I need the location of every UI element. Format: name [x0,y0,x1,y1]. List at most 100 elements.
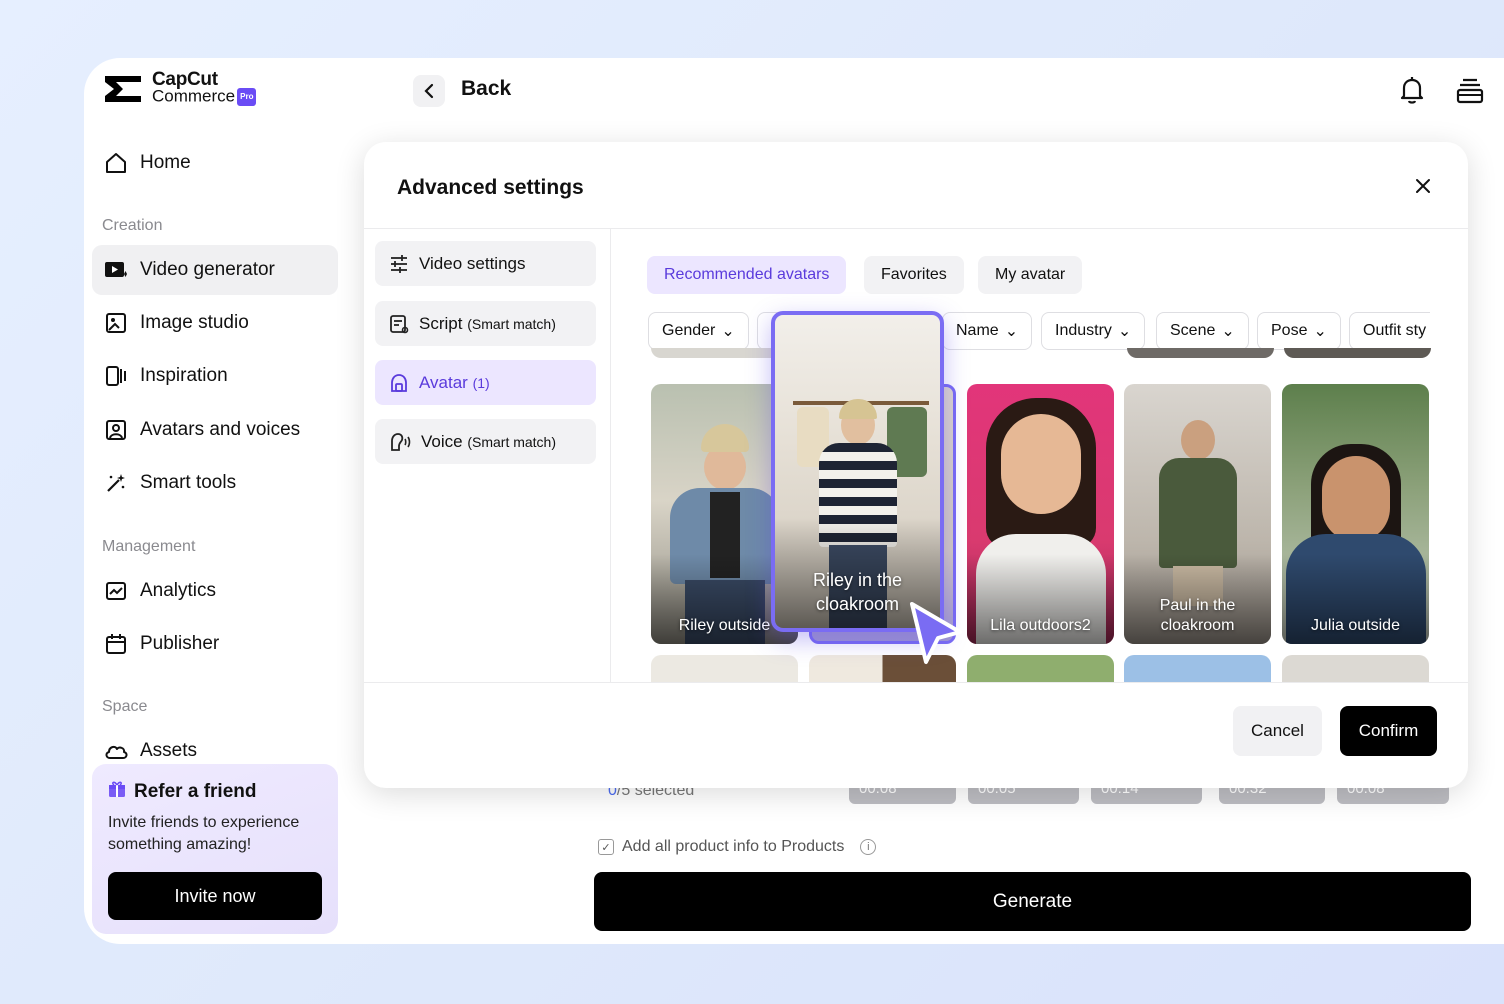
creation-section-label: Creation [102,217,163,234]
tab-avatar[interactable]: Avatar (1) [375,360,596,405]
chevron-down-icon: ⌄ [1221,323,1235,340]
segment-recommended-avatars[interactable]: Recommended avatars [647,256,847,294]
pro-badge: Pro [237,88,257,106]
filter-industry[interactable]: Industry ⌄ [1041,312,1146,350]
video-generator-icon [104,258,128,282]
tab-suffix: (Smart match) [467,315,556,332]
segment-favorites[interactable]: Favorites [864,256,964,294]
sidebar-item-analytics[interactable]: Analytics [92,566,338,616]
divider [364,228,1468,229]
sidebar-item-label: Assets [140,740,198,761]
sidebar-item-label: Analytics [140,580,217,601]
filter-scene[interactable]: Scene ⌄ [1156,312,1249,350]
refer-title-text: Refer a friend [134,781,257,802]
close-icon[interactable] [1413,176,1433,196]
avatar-card-label: Paul in the cloakroom [1159,597,1236,634]
sidebar-item-video-generator[interactable]: Video generator [92,245,338,295]
sidebar-item-smart-tools[interactable]: Smart tools [92,458,338,508]
capcut-commerce-logo[interactable]: CapCut Commerce Pro [102,70,257,106]
sidebar-item-label: Video generator [140,259,275,280]
tab-script[interactable]: Script (Smart match) [375,301,596,346]
invite-now-button[interactable]: Invite now [108,872,322,920]
sidebar-item-label: Smart tools [140,472,237,493]
avatar-card[interactable] [1282,655,1429,682]
divider [610,229,611,682]
chevron-down-icon: ⌄ [721,323,735,340]
confirm-button[interactable]: Confirm [1340,706,1437,756]
image-studio-icon [104,311,128,335]
tab-voice[interactable]: Voice (Smart match) [375,419,596,464]
avatar-icon [104,418,128,442]
divider [364,682,1468,683]
chevron-down-icon: ⌄ [1313,323,1327,340]
modal-title: Advanced settings [397,176,584,199]
cursor-pointer-icon [910,602,962,664]
refer-title: Refer a friend [108,780,322,804]
filter-gender[interactable]: Gender ⌄ [648,312,749,350]
sidebar-item-publisher[interactable]: Publisher [92,619,338,669]
filter-bar: Gender ⌄ Name ⌄ Industry ⌄ Scene ⌄ Pose ⌄ Out… [648,312,1430,350]
capcut-logo-icon [105,76,141,102]
segment-my-avatar[interactable]: My avatar [978,256,1083,294]
brand-name-line2: Commerce [152,86,236,106]
logo-text: CapCut Commerce Pro [152,70,257,106]
filter-outfit-style[interactable]: Outfit sty [1349,312,1430,350]
avatar-card-paul-cloakroom[interactable]: Paul in the cloakroom [1124,384,1271,644]
chevron-down-icon: ⌄ [1117,323,1132,340]
generate-button[interactable]: Generate [594,872,1471,931]
avatar-card-label: Julia outside [1311,617,1400,634]
management-section-label: Management [102,538,196,555]
calendar-icon [104,632,128,656]
chevron-left-icon [424,83,434,99]
space-section-label: Space [102,698,148,715]
avatar-card[interactable] [1124,655,1271,682]
avatar-card-lila-outdoors2[interactable]: Lila outdoors2 [967,384,1114,644]
voice-icon [391,432,411,451]
refer-description: Invite friends to experience something a… [108,814,300,853]
avatar-card-label: Lila outdoors2 [990,617,1091,634]
back-label[interactable]: Back [461,77,511,101]
tab-suffix: (Smart match) [467,433,557,450]
info-icon[interactable]: i [860,839,877,855]
tab-label: Avatar [419,372,468,392]
script-icon [390,314,409,333]
bell-icon[interactable] [1396,74,1428,106]
sidebar-item-label: Publisher [140,633,220,654]
avatar-card[interactable] [1284,348,1431,358]
sidebar-item-label: Image studio [140,312,249,333]
tab-label: Voice [421,431,463,451]
sidebar-item-avatars-and-voices[interactable]: Avatars and voices [92,405,338,455]
sliders-icon [391,254,407,273]
gift-icon [108,780,126,804]
add-product-info-row: ✓ Add all product info to Products i [598,838,877,856]
avatar-card[interactable] [651,655,798,682]
sidebar-item-label: Inspiration [140,365,228,386]
refer-a-friend-card: Refer a friend Invite friends to experie… [92,764,338,934]
cloud-icon [104,739,128,763]
cancel-button[interactable]: Cancel [1233,706,1322,756]
tab-label: Script [419,313,463,333]
analytics-icon [104,579,128,603]
dragged-avatar-card[interactable]: Riley in the cloakroom [771,311,944,632]
add-product-info-label: Add all product info to Products [622,838,845,855]
filter-pose[interactable]: Pose ⌄ [1257,312,1341,350]
avatar-card-julia-outside[interactable]: Julia outside [1282,384,1429,644]
tab-suffix: (1) [472,374,490,391]
sidebar-item-inspiration[interactable]: Inspiration [92,351,338,401]
avatar-card[interactable] [1127,348,1274,358]
magic-wand-icon [104,471,128,495]
layers-menu-icon[interactable] [1456,76,1484,106]
tab-label: Video settings [419,253,526,273]
avatar-card[interactable] [967,655,1114,682]
filter-name[interactable]: Name ⌄ [942,312,1033,350]
inspiration-icon [104,364,128,388]
sidebar-item-home[interactable]: Home [92,138,338,188]
tab-video-settings[interactable]: Video settings [375,241,596,286]
sidebar-item-image-studio[interactable]: Image studio [92,298,338,348]
chevron-down-icon: ⌄ [1004,323,1019,340]
sidebar: CapCut Commerce Pro Home Creation Video g… [84,58,352,944]
sidebar-item-label: Avatars and voices [140,419,301,440]
back-button[interactable] [413,75,445,107]
home-icon [104,151,128,175]
add-product-info-checkbox[interactable]: ✓ [598,839,614,855]
